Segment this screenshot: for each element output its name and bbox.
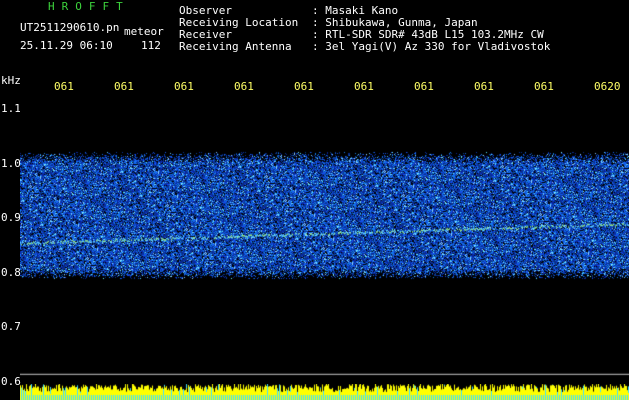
y-tick-label: 0.6 xyxy=(1,375,21,388)
y-tick-label: 0.7 xyxy=(1,320,21,334)
info-label-antenna: Receiving Antenna xyxy=(179,40,292,53)
x-tick-label: 061 xyxy=(414,80,434,93)
x-tick-label: 0620 xyxy=(594,80,621,93)
x-tick-label: 061 xyxy=(354,80,374,93)
x-tick-label: 061 xyxy=(234,80,254,93)
x-tick-label: 061 xyxy=(474,80,494,93)
x-tick-label: 061 xyxy=(294,80,314,93)
x-tick-label: 061 xyxy=(534,80,554,93)
mode-label: meteor xyxy=(124,25,164,38)
y-tick-label: 0.9 xyxy=(1,211,21,225)
info-value-antenna: : 3el Yagi(V) Az 330 for Vladivostok xyxy=(312,40,551,53)
detection-count: 112 xyxy=(141,39,161,52)
amplitude-strip xyxy=(20,384,629,400)
x-tick-label: 061 xyxy=(54,80,74,93)
file-name: UT2511290610.pn xyxy=(20,21,120,34)
y-tick-label: 1.1 xyxy=(1,101,21,115)
y-tick-label: 0.8 xyxy=(1,265,21,279)
y-axis-unit: kHz xyxy=(1,74,21,87)
date-time: 25.11.29 06:10 xyxy=(20,39,113,52)
y-tick-label: 1.0 xyxy=(1,156,21,170)
app-brand: HROFFT xyxy=(48,0,130,13)
x-tick-label: 061 xyxy=(174,80,194,93)
spectrogram xyxy=(20,98,629,382)
x-tick-label: 061 xyxy=(114,80,134,93)
